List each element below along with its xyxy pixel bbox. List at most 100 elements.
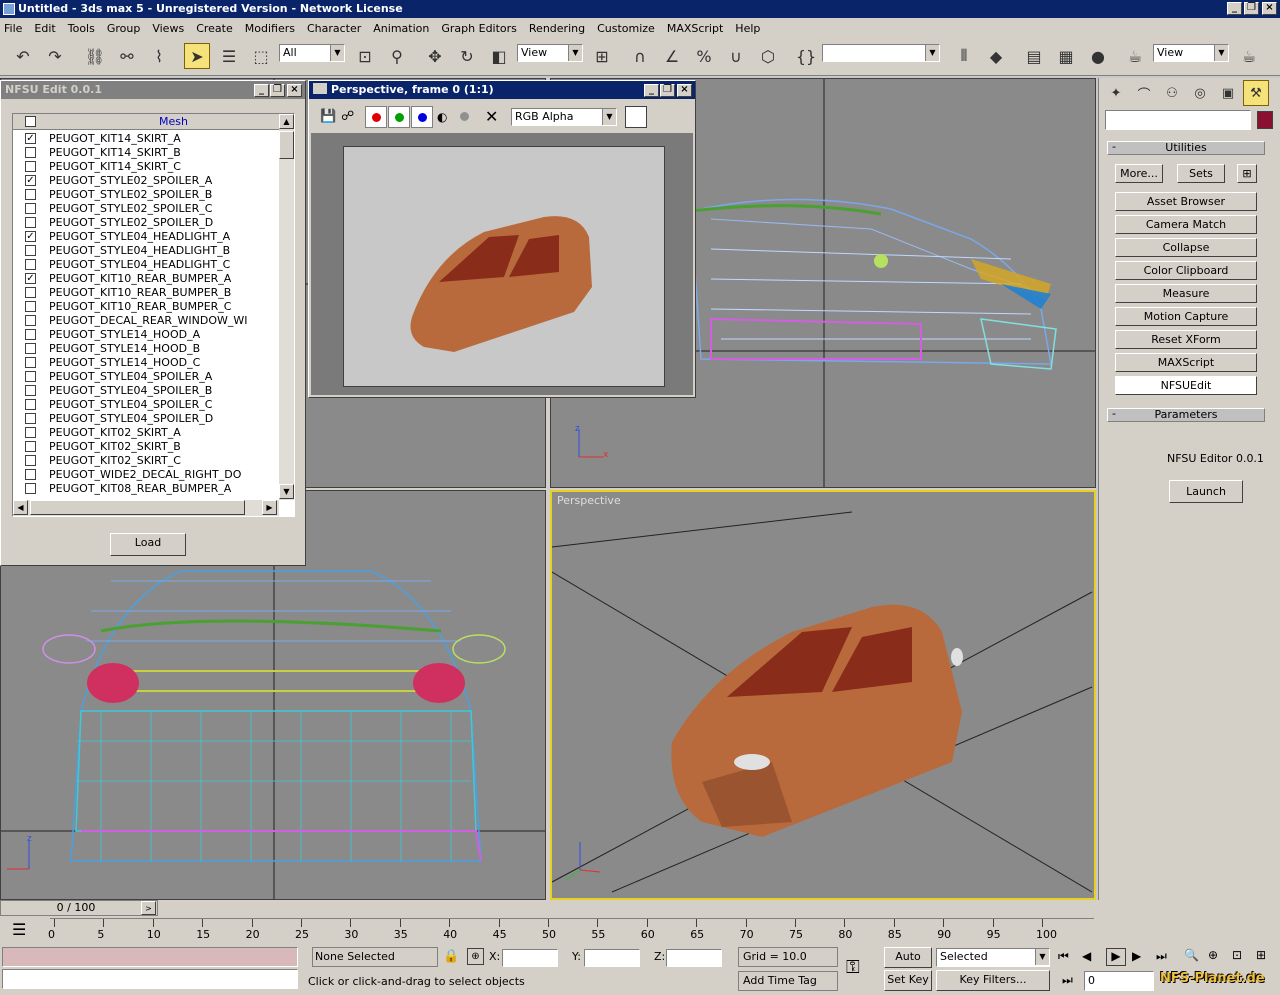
utility-button-camera-match[interactable]: Camera Match (1115, 215, 1257, 234)
scale-icon[interactable]: ◧ (486, 43, 512, 69)
utility-button-reset-xform[interactable]: Reset XForm (1115, 330, 1257, 349)
percent-snap-icon[interactable]: % (691, 43, 717, 69)
utilities-rollout-header[interactable]: - Utilities (1107, 141, 1265, 155)
schematic-view-icon[interactable]: ▦ (1053, 43, 1079, 69)
clone-window-icon[interactable]: ☍ (341, 109, 354, 124)
scroll-left-button[interactable]: ◀ (13, 500, 28, 515)
mesh-checkbox[interactable] (25, 161, 36, 172)
next-frame-icon[interactable]: ▶ (1132, 949, 1141, 963)
spinner-snap-icon[interactable]: ∪ (723, 43, 749, 69)
mesh-list-item[interactable]: PEUGOT_STYLE14_HOOD_A (13, 328, 279, 342)
hierarchy-tab-icon[interactable]: ⚇ (1159, 80, 1185, 106)
mesh-checkbox[interactable] (25, 371, 36, 382)
nfsu-minimize-button[interactable]: _ (254, 84, 269, 97)
object-name-field[interactable] (1105, 110, 1251, 130)
red-channel-button[interactable] (365, 106, 387, 128)
time-slider-next[interactable]: > (141, 901, 156, 915)
redo-icon[interactable]: ↷ (42, 43, 68, 69)
key-icon[interactable]: ⚿ (846, 957, 860, 978)
z-coord-field[interactable] (666, 949, 722, 967)
mesh-list-item[interactable]: PEUGOT_STYLE04_HEADLIGHT_C (13, 258, 279, 272)
object-color-swatch[interactable] (1257, 111, 1273, 129)
menu-animation[interactable]: Animation (373, 22, 429, 35)
prev-frame-icon[interactable]: ◀ (1082, 949, 1091, 963)
mesh-checkbox[interactable] (25, 203, 36, 214)
mesh-list-item[interactable]: PEUGOT_STYLE04_SPOILER_D (13, 412, 279, 426)
utility-button-maxscript[interactable]: MAXScript (1115, 353, 1257, 372)
modify-tab-icon[interactable]: ⌒ (1131, 80, 1157, 106)
mesh-checkbox[interactable] (25, 259, 36, 270)
bind-spacewarp-icon[interactable]: ⌇ (146, 43, 172, 69)
select-and-rotate-window-icon[interactable]: ⊡ (352, 43, 378, 69)
mono-channel-icon[interactable] (460, 112, 469, 121)
render-type-combo[interactable]: View ▼ (1153, 44, 1229, 62)
load-button[interactable]: Load (110, 533, 186, 556)
mesh-checkbox[interactable] (25, 343, 36, 354)
viewport-perspective[interactable]: Perspective (550, 490, 1096, 900)
utility-button-motion-capture[interactable]: Motion Capture (1115, 307, 1257, 326)
goto-end-icon[interactable]: ⏭ (1156, 949, 1167, 964)
mesh-list-item[interactable]: ✓ PEUGOT_STYLE02_SPOILER_A (13, 174, 279, 188)
mesh-checkbox[interactable] (25, 413, 36, 424)
scroll-down-button[interactable]: ▼ (279, 484, 294, 499)
mesh-list-item[interactable]: PEUGOT_WIDE2_DECAL_RIGHT_DO (13, 468, 279, 482)
mesh-checkbox[interactable] (25, 441, 36, 452)
mesh-checkbox[interactable]: ✓ (25, 273, 36, 284)
snap-toggle-icon[interactable]: ∩ (627, 43, 653, 69)
zoom-icon[interactable]: 🔍 (1184, 948, 1199, 962)
mesh-list-item[interactable]: PEUGOT_STYLE04_SPOILER_B (13, 384, 279, 398)
lock-selection-icon[interactable]: 🔒 (443, 949, 459, 964)
mesh-checkbox[interactable] (25, 455, 36, 466)
menu-group[interactable]: Group (107, 22, 141, 35)
select-object-icon[interactable]: ➤ (184, 43, 210, 69)
named-selection-combo[interactable]: ▼ (822, 44, 940, 62)
maximize-button[interactable]: ❐ (1244, 2, 1259, 15)
ref-coord-combo[interactable]: View ▼ (517, 44, 583, 62)
mesh-list-item[interactable]: ✓ PEUGOT_STYLE04_HEADLIGHT_A (13, 230, 279, 244)
close-button[interactable]: × (1262, 2, 1277, 15)
align-icon[interactable]: ◆ (983, 43, 1009, 69)
menu-rendering[interactable]: Rendering (529, 22, 585, 35)
track-view-icon[interactable]: ▤ (1021, 43, 1047, 69)
pivot-center-icon[interactable]: ⊞ (589, 43, 615, 69)
select-manipulate-icon[interactable]: ⚲ (384, 43, 410, 69)
mesh-list-item[interactable]: PEUGOT_STYLE04_SPOILER_A (13, 370, 279, 384)
selection-region-icon[interactable]: ⬚ (248, 43, 274, 69)
hscroll-thumb[interactable] (30, 500, 245, 515)
color-swatch[interactable] (625, 106, 647, 128)
key-selection-combo[interactable]: Selected ▼ (936, 948, 1050, 967)
minimize-button[interactable]: _ (1227, 2, 1242, 15)
add-time-tag[interactable]: Add Time Tag (738, 971, 838, 991)
x-coord-field[interactable] (502, 949, 558, 967)
menu-create[interactable]: Create (196, 22, 233, 35)
mesh-list-item[interactable]: PEUGOT_KIT02_SKIRT_A (13, 426, 279, 440)
horizontal-scrollbar[interactable]: ◀ ▶ (13, 500, 279, 516)
display-tab-icon[interactable]: ▣ (1215, 80, 1241, 106)
nfsu-close-button[interactable]: × (287, 84, 302, 97)
mesh-list-item[interactable]: PEUGOT_STYLE04_HEADLIGHT_B (13, 244, 279, 258)
mesh-checkbox[interactable] (25, 469, 36, 480)
clear-icon[interactable]: ✕ (485, 107, 498, 126)
mesh-checkbox[interactable] (25, 427, 36, 438)
mesh-checkbox[interactable]: ✓ (25, 175, 36, 186)
more-button[interactable]: More... (1115, 164, 1163, 183)
angle-snap-icon[interactable]: ∠ (659, 43, 685, 69)
vertical-scrollbar[interactable]: ▲ ▼ (279, 114, 294, 500)
unlink-icon[interactable]: ⚯ (114, 43, 140, 69)
select-by-name-icon[interactable]: ☰ (216, 43, 242, 69)
quick-render-icon[interactable]: ☕ (1236, 43, 1262, 69)
menu-help[interactable]: Help (735, 22, 760, 35)
utility-button-measure[interactable]: Measure (1115, 284, 1257, 303)
key-filters-button[interactable]: Key Filters... (936, 970, 1050, 991)
menu-file[interactable]: File (4, 22, 22, 35)
goto-start-icon[interactable]: ⏮ (1058, 949, 1069, 964)
auto-key-button[interactable]: Auto Key (884, 947, 932, 981)
mesh-list-item[interactable]: PEUGOT_STYLE02_SPOILER_C (13, 202, 279, 216)
blue-channel-button[interactable] (411, 106, 433, 128)
maxscript-input-mini[interactable] (2, 969, 298, 989)
mesh-list-item[interactable]: PEUGOT_STYLE02_SPOILER_D (13, 216, 279, 230)
select-all-checkbox[interactable] (25, 116, 36, 127)
mesh-list-item[interactable]: PEUGOT_KIT10_REAR_BUMPER_C (13, 300, 279, 314)
mesh-list-item[interactable]: PEUGOT_STYLE02_SPOILER_B (13, 188, 279, 202)
set-key-button[interactable]: Set Key (884, 970, 932, 991)
